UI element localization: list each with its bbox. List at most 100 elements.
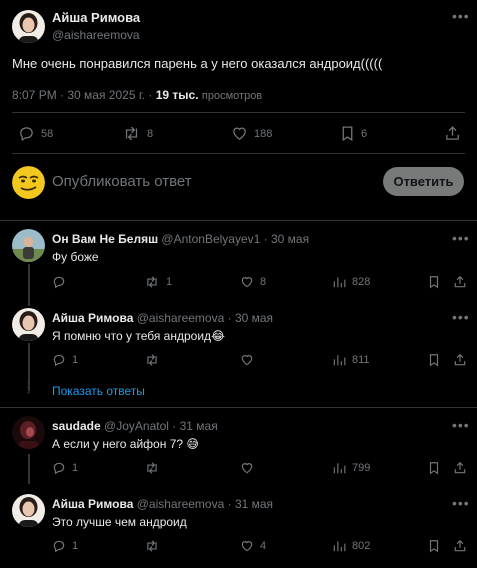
reply-text: Это лучше чем андроид	[52, 515, 187, 529]
more-options-icon[interactable]: •••	[452, 309, 470, 325]
reply-button[interactable]: 1	[52, 539, 78, 553]
reply-icon	[53, 354, 65, 367]
post-author-name[interactable]: Айша Римова	[52, 10, 140, 25]
like-button[interactable]	[240, 461, 260, 475]
reply-author-name[interactable]: saudade	[52, 419, 101, 433]
more-options-icon[interactable]: •••	[452, 495, 470, 511]
reply-author-handle[interactable]: @aishareemova	[137, 497, 225, 511]
thread-line	[28, 264, 30, 306]
repost-icon	[125, 126, 138, 141]
reply-count: 58	[41, 127, 54, 140]
heart-icon	[241, 541, 253, 552]
reply-header: saudade @JoyAnatol · 31 мая	[52, 419, 218, 433]
reply-date[interactable]: · 30 мая	[264, 232, 309, 246]
like-count: 8	[260, 276, 267, 288]
post-timestamp[interactable]: 8:07 PM · 30 мая 2025 г. ·	[12, 88, 156, 102]
repost-icon	[147, 354, 157, 366]
reply-author-handle[interactable]: @JoyAnatol	[104, 419, 169, 433]
reply-header: Айша Римова @aishareemova · 30 мая	[52, 311, 273, 325]
like-button[interactable]: 188	[231, 125, 272, 142]
reply-author-handle[interactable]: @AntonBelyayev1	[161, 232, 260, 246]
repost-icon	[147, 276, 157, 288]
reply-button[interactable]: 58	[18, 125, 53, 142]
reply-header: Он Вам Не Беляш @AntonBelyayev1 · 30 мая	[52, 232, 309, 246]
heart-icon	[241, 463, 253, 474]
views-count: 802	[352, 540, 371, 552]
repost-button[interactable]: 8	[122, 125, 153, 142]
share-icon	[446, 126, 459, 140]
views-count: 811	[352, 354, 370, 366]
share-icon	[454, 275, 466, 288]
reply-text: Фу боже	[52, 250, 99, 264]
divider	[0, 220, 477, 221]
divider	[0, 407, 477, 408]
share-icon	[454, 539, 466, 552]
reply-header: Айша Римова @aishareemova · 31 мая	[52, 497, 273, 511]
bookmark-button[interactable]	[428, 275, 440, 289]
views-count: 19 тыс.	[155, 88, 199, 102]
thread-dots-icon: • • •	[27, 378, 30, 397]
bookmark-icon	[429, 540, 439, 553]
reply-date[interactable]: · 30 мая	[228, 311, 273, 325]
repost-button[interactable]	[144, 353, 166, 367]
reply-text: А если у него айфон 7? 😅	[52, 437, 199, 451]
reply-button[interactable]	[52, 275, 72, 289]
reply-author-handle[interactable]: @aishareemova	[137, 311, 225, 325]
bookmark-button[interactable]: 6	[340, 125, 367, 142]
reply-author-name[interactable]: Айша Римова	[52, 311, 133, 325]
current-user-avatar-icon	[12, 166, 45, 199]
reply-author-name[interactable]: Он Вам Не Беляш	[52, 232, 158, 246]
views-button[interactable]: 799	[332, 461, 370, 475]
like-count: 188	[254, 127, 273, 140]
avatar[interactable]	[12, 416, 45, 449]
avatar[interactable]	[12, 10, 45, 43]
views-button[interactable]: 802	[332, 539, 370, 553]
views-bar-chart-icon	[333, 541, 346, 552]
post-author-handle[interactable]: @aishareemova	[52, 28, 140, 42]
more-options-icon[interactable]: •••	[452, 8, 470, 24]
share-button[interactable]	[453, 353, 467, 367]
repost-button[interactable]	[144, 539, 166, 553]
share-button[interactable]	[453, 539, 467, 553]
share-button[interactable]	[453, 461, 467, 475]
views-button[interactable]: 828	[332, 275, 370, 289]
reply-count: 1	[72, 540, 79, 552]
reply-icon	[53, 540, 65, 553]
heart-icon	[241, 277, 253, 288]
avatar[interactable]	[12, 494, 45, 527]
repost-count: 8	[147, 127, 154, 140]
avatar[interactable]	[12, 229, 45, 262]
heart-icon	[233, 127, 246, 140]
reply-date[interactable]: · 31 мая	[172, 419, 217, 433]
reply-button[interactable]: 1	[52, 461, 78, 475]
reply-button[interactable]: 1	[52, 353, 78, 367]
show-replies-link[interactable]: Показать ответы	[52, 384, 145, 398]
reply-text: Я помню что у тебя андроид😂	[52, 329, 226, 343]
reply-icon	[53, 462, 65, 475]
repost-button[interactable]: 1	[144, 275, 172, 289]
views-button[interactable]: 811	[332, 353, 370, 367]
reply-author-name[interactable]: Айша Римова	[52, 497, 133, 511]
share-icon	[454, 461, 466, 474]
more-options-icon[interactable]: •••	[452, 230, 470, 246]
bookmark-button[interactable]	[428, 539, 440, 553]
bookmark-button[interactable]	[428, 461, 440, 475]
views-bar-chart-icon	[333, 463, 346, 474]
share-button[interactable]	[453, 275, 467, 289]
share-button[interactable]	[444, 125, 461, 142]
like-button[interactable]: 4	[240, 539, 266, 553]
submit-reply-button[interactable]: Ответить	[383, 167, 464, 196]
repost-button[interactable]	[144, 461, 166, 475]
bookmark-icon	[429, 276, 439, 289]
more-options-icon[interactable]: •••	[452, 417, 470, 433]
reply-date[interactable]: · 31 мая	[228, 497, 273, 511]
reply-input[interactable]: Опубликовать ответ	[52, 173, 192, 190]
like-button[interactable]: 8	[240, 275, 266, 289]
reply-icon	[20, 127, 33, 142]
avatar[interactable]	[12, 308, 45, 341]
views-label: просмотров	[201, 90, 263, 102]
like-button[interactable]	[240, 353, 260, 367]
reply-count: 1	[72, 354, 79, 366]
bookmark-button[interactable]	[428, 353, 440, 367]
post-text: Мне очень понравился парень а у него ока…	[12, 56, 383, 71]
